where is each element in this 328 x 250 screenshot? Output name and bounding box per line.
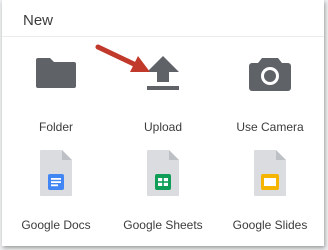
title-divider: [2, 36, 324, 37]
google-sheets-button[interactable]: Google Sheets: [109, 148, 217, 248]
google-docs-icon: [2, 148, 110, 208]
google-docs-button[interactable]: Google Docs: [2, 148, 110, 248]
google-docs-label: Google Docs: [21, 218, 91, 232]
google-slides-label: Google Slides: [232, 218, 308, 232]
new-menu-panel: New Folder Upload Use Camera Google Docs…: [2, 0, 324, 246]
use-camera-button[interactable]: Use Camera: [216, 52, 324, 152]
upload-label: Upload: [143, 120, 183, 134]
google-slides-icon: [216, 148, 324, 208]
folder-label: Folder: [38, 120, 73, 134]
annotation-arrow-icon: [95, 44, 150, 72]
use-camera-label: Use Camera: [236, 120, 304, 134]
google-sheets-icon: [109, 148, 217, 208]
camera-icon: [216, 52, 324, 112]
google-slides-button[interactable]: Google Slides: [216, 148, 324, 248]
menu-title: New: [23, 12, 54, 29]
google-sheets-label: Google Sheets: [123, 218, 203, 232]
